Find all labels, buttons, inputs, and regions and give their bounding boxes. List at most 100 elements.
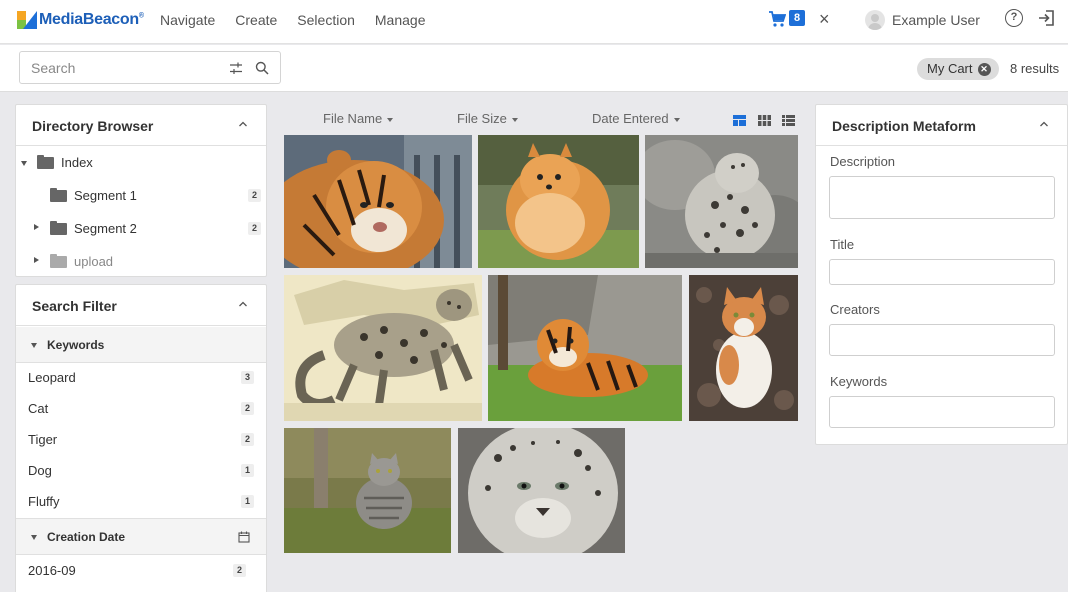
count-badge: 1 [241,464,254,477]
tree-item-label: Index [61,155,93,170]
count-badge: 1 [241,495,254,508]
panel-title: Search Filter [32,298,117,314]
keyword-item-fluffy[interactable]: Fluffy 1 [16,487,266,517]
count-badge: 2 [241,433,254,446]
mosaic-view-icon[interactable] [733,115,746,126]
thumbnail-dog[interactable] [478,135,639,268]
calendar-icon[interactable] [238,531,250,543]
expand-right-icon[interactable] [34,257,39,263]
search-icon[interactable] [255,61,269,75]
tree-item-index[interactable]: Index [16,147,266,177]
count-badge: 2 [248,222,261,235]
close-icon[interactable]: × [819,9,830,30]
folder-icon [50,254,67,268]
folder-icon [50,188,67,202]
keywords-field[interactable] [829,396,1055,428]
search-bar: My Cart ✕ 8 results [0,45,1068,92]
my-cart-label: My Cart [927,61,973,76]
remove-cart-icon[interactable]: ✕ [977,62,991,76]
search-box[interactable] [19,51,281,84]
date-label: 2016-09 [28,563,76,578]
section-title: Creation Date [47,530,126,544]
thumbnail-snow-leopard-2[interactable] [458,428,625,553]
list-view-icon[interactable] [782,115,795,126]
keyword-item-cat[interactable]: Cat 2 [16,394,266,424]
cart-icon[interactable] [768,10,786,28]
chevron-up-icon[interactable] [238,119,248,129]
title-field[interactable] [829,259,1055,285]
thumbnail-cat-1[interactable] [689,275,798,421]
collapse-down-icon[interactable] [31,343,37,348]
cart-count-badge[interactable]: 8 [789,10,805,26]
keyword-label: Tiger [28,432,58,447]
metaform-header[interactable]: Description Metaform [816,105,1067,146]
chevron-up-icon[interactable] [1039,119,1049,129]
count-badge: 3 [241,371,254,384]
thumbnail-cat-2[interactable] [284,428,451,553]
creators-field[interactable] [829,324,1055,356]
tree-item-segment-2[interactable]: Segment 2 2 [16,213,266,243]
logo-mark-icon [17,11,37,29]
keywords-section-header[interactable]: Keywords [16,327,266,363]
caret-down-icon [511,117,518,122]
date-item-2016-09[interactable]: 2016-09 2 [16,556,266,586]
panel-title: Description Metaform [832,118,976,134]
thumbnail-tiger-2[interactable] [488,275,682,421]
expand-right-icon[interactable] [34,224,39,230]
nav-create[interactable]: Create [235,12,277,28]
thumbnail-leopard-drawing[interactable] [284,275,482,421]
keyword-label: Cat [28,401,49,416]
search-filter-panel: Search Filter Keywords Leopard 3 Cat 2 T… [15,284,267,592]
nav-navigate[interactable]: Navigate [160,12,215,28]
directory-browser-header[interactable]: Directory Browser [16,105,266,146]
title-label: Title [830,237,855,252]
keyword-label: Fluffy [28,494,60,509]
logout-icon[interactable] [1037,9,1055,27]
keyword-item-tiger[interactable]: Tiger 2 [16,425,266,455]
tree-item-label: Segment 1 [74,188,137,203]
sort-file-size[interactable]: File Size [457,111,518,126]
logo-text: MediaBeacon® [39,11,144,28]
mediabeacon-logo[interactable]: MediaBeacon® [17,9,144,31]
panel-title: Directory Browser [32,118,154,134]
caret-down-icon [673,117,680,122]
search-input[interactable] [31,60,211,76]
keywords-label: Keywords [830,374,888,389]
count-badge: 2 [248,189,261,202]
my-cart-chip[interactable]: My Cart ✕ [917,58,999,80]
chevron-up-icon[interactable] [238,299,248,309]
count-badge: 2 [241,402,254,415]
filter-settings-icon[interactable] [229,62,243,75]
search-filter-header[interactable]: Search Filter [16,285,266,326]
folder-icon [37,155,54,169]
main-nav: Navigate Create Selection Manage [160,12,425,28]
description-field[interactable] [829,176,1055,219]
keyword-item-leopard[interactable]: Leopard 3 [16,363,266,393]
section-title: Keywords [47,338,105,352]
collapse-down-icon[interactable] [31,535,37,540]
nav-manage[interactable]: Manage [375,12,426,28]
results-count: 8 results [1010,61,1060,76]
keyword-label: Dog [28,463,52,478]
sort-file-name[interactable]: File Name [323,111,394,126]
tree-item-label: upload [74,254,114,269]
tree-item-label: Segment 2 [74,221,137,236]
tree-item-segment-1[interactable]: Segment 1 2 [16,180,266,210]
help-icon[interactable]: ? [1005,9,1023,27]
caret-down-icon [387,117,394,122]
nav-selection[interactable]: Selection [297,12,355,28]
grid-view-icon[interactable] [758,115,771,126]
count-badge: 2 [233,564,246,577]
user-name[interactable]: Example User [892,12,980,28]
top-nav-bar: MediaBeacon® Navigate Create Selection M… [0,0,1068,44]
user-avatar[interactable] [865,10,885,30]
directory-browser-panel: Directory Browser Index Segment 1 2 Segm… [15,104,267,277]
keyword-item-dog[interactable]: Dog 1 [16,456,266,486]
creation-date-section-header[interactable]: Creation Date [16,518,266,555]
tree-item-upload[interactable]: upload [16,246,266,276]
description-metaform-panel: Description Metaform Description Title C… [815,104,1068,445]
thumbnail-tiger-1[interactable] [284,135,472,268]
sort-date-entered[interactable]: Date Entered [592,111,680,126]
thumbnail-snow-leopard-1[interactable] [645,135,798,268]
expand-down-icon[interactable] [21,161,27,166]
